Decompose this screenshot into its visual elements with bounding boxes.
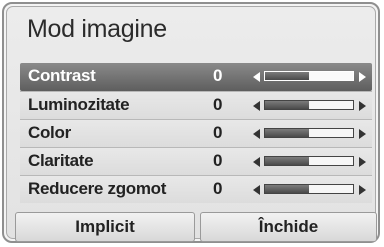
decrease-arrow-icon[interactable] bbox=[253, 129, 260, 139]
slider-fill bbox=[265, 72, 309, 80]
setting-label: Reducere zgomot bbox=[28, 179, 167, 198]
slider-fill bbox=[265, 129, 309, 137]
increase-arrow-icon[interactable] bbox=[359, 101, 366, 111]
increase-arrow-icon[interactable] bbox=[359, 185, 366, 195]
setting-slider[interactable] bbox=[264, 71, 354, 81]
setting-row-claritate[interactable]: Claritate 0 bbox=[20, 147, 372, 175]
default-button[interactable]: Implicit bbox=[15, 212, 195, 242]
setting-value: 0 bbox=[213, 95, 223, 114]
increase-arrow-icon[interactable] bbox=[359, 72, 366, 82]
dialog-buttons: Implicit Închide bbox=[15, 212, 377, 242]
close-button[interactable]: Închide bbox=[200, 212, 377, 242]
decrease-arrow-icon[interactable] bbox=[253, 185, 260, 195]
setting-slider[interactable] bbox=[264, 100, 354, 110]
decrease-arrow-icon[interactable] bbox=[253, 101, 260, 111]
setting-row-luminozitate[interactable]: Luminozitate 0 bbox=[20, 91, 372, 119]
setting-value: 0 bbox=[213, 151, 223, 170]
setting-label: Luminozitate bbox=[28, 95, 130, 114]
setting-value: 0 bbox=[213, 179, 223, 198]
setting-row-contrast[interactable]: Contrast 0 bbox=[20, 63, 372, 91]
setting-slider[interactable] bbox=[264, 128, 354, 138]
setting-slider[interactable] bbox=[264, 184, 354, 194]
setting-value: 0 bbox=[213, 123, 223, 142]
slider-fill bbox=[265, 101, 309, 109]
picture-mode-dialog: Mod imagine Contrast 0 Luminozitate 0 Co… bbox=[6, 6, 377, 242]
dialog-title: Mod imagine bbox=[27, 15, 167, 43]
decrease-arrow-icon[interactable] bbox=[253, 72, 260, 82]
settings-list: Contrast 0 Luminozitate 0 Color 0 Clarit… bbox=[20, 63, 372, 203]
setting-label: Contrast bbox=[28, 66, 96, 85]
slider-fill bbox=[265, 185, 309, 193]
setting-row-reducere-zgomot[interactable]: Reducere zgomot 0 bbox=[20, 175, 372, 203]
slider-fill bbox=[265, 157, 309, 165]
setting-row-color[interactable]: Color 0 bbox=[20, 119, 372, 147]
increase-arrow-icon[interactable] bbox=[359, 129, 366, 139]
setting-value: 0 bbox=[213, 66, 223, 85]
setting-label: Claritate bbox=[28, 151, 94, 170]
decrease-arrow-icon[interactable] bbox=[253, 157, 260, 167]
increase-arrow-icon[interactable] bbox=[359, 157, 366, 167]
setting-label: Color bbox=[28, 123, 71, 142]
setting-slider[interactable] bbox=[264, 156, 354, 166]
